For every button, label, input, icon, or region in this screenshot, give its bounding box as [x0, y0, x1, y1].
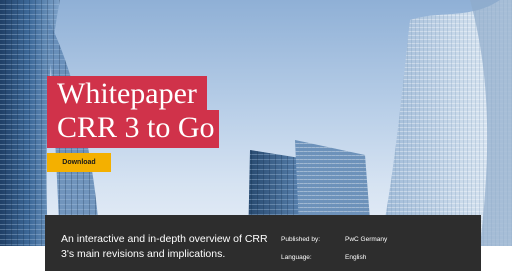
language-value: English: [345, 254, 367, 261]
description-text: An interactive and in-depth overview of …: [61, 233, 268, 260]
published-by-value: PwC Germany: [345, 236, 388, 243]
title-line-2: CRR 3 to Go: [47, 110, 219, 148]
info-bar: An interactive and in-depth overview of …: [45, 215, 481, 271]
published-by-label: Published by:: [281, 236, 321, 243]
title-line-1: Whitepaper: [47, 76, 207, 114]
language-label: Language:: [281, 254, 312, 261]
download-button[interactable]: Download: [47, 153, 111, 172]
hero-banner: Whitepaper CRR 3 to Go Download: [0, 0, 512, 246]
